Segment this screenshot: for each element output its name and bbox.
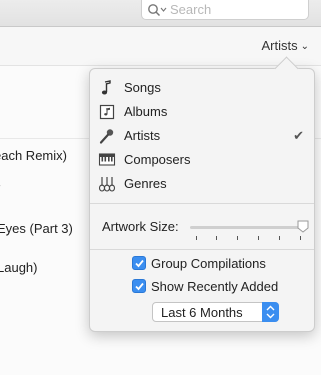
track-title[interactable]: Laugh) <box>0 260 37 275</box>
slider-tick <box>237 236 238 240</box>
menu-item-artists[interactable]: Artists ✔ <box>90 124 314 148</box>
view-selector[interactable]: Artists ⌄ <box>261 38 309 53</box>
menu-item-label: Artists <box>124 128 161 143</box>
checkmark-icon <box>135 282 144 291</box>
header-bar: Artists ⌄ <box>0 27 321 66</box>
menu-item-composers[interactable]: Composers <box>90 148 314 172</box>
view-selector-label: Artists <box>261 38 298 53</box>
menu-item-label: Albums <box>124 104 168 119</box>
group-compilations-option[interactable]: Group Compilations <box>132 254 266 272</box>
search-input[interactable] <box>170 0 300 18</box>
menu-item-albums[interactable]: Albums <box>90 100 314 124</box>
artwork-size-label: Artwork Size: <box>102 219 179 234</box>
search-field[interactable] <box>141 0 309 20</box>
guitars-icon <box>98 177 116 192</box>
piano-keys-icon <box>98 153 116 166</box>
track-title[interactable]: Eyes (Part 3) <box>0 221 73 236</box>
menu-separator <box>90 249 314 250</box>
slider-tick <box>258 236 259 240</box>
menu-item-label: Songs <box>124 80 161 95</box>
group-compilations-label: Group Compilations <box>151 255 266 271</box>
updown-chevron-icon <box>262 302 279 322</box>
show-recently-added-option[interactable]: Show Recently Added <box>132 277 278 295</box>
view-options-popover: Songs Albums Artists ✔ Composers Genres … <box>89 56 315 332</box>
group-compilations-checkbox[interactable] <box>132 256 146 270</box>
toolbar <box>0 0 321 27</box>
menu-item-label: Composers <box>124 152 191 167</box>
menu-separator <box>90 203 314 204</box>
slider-tick <box>216 236 217 240</box>
recent-period-value: Last 6 Months <box>161 305 243 320</box>
music-note-icon <box>101 80 111 95</box>
checkmark-icon <box>135 259 144 268</box>
slider-tick <box>196 236 197 240</box>
menu-item-genres[interactable]: Genres <box>90 172 314 196</box>
show-recently-added-label: Show Recently Added <box>151 278 279 294</box>
checkmark-icon: ✔ <box>293 128 304 143</box>
chevron-down-icon: ⌄ <box>300 41 309 52</box>
show-recently-added-checkbox[interactable] <box>132 279 146 293</box>
slider-tick <box>300 236 301 240</box>
album-icon <box>99 104 115 120</box>
menu-item-label: Genres <box>124 176 167 191</box>
search-icon <box>148 4 167 17</box>
slider-thumb[interactable] <box>297 220 309 233</box>
slider-tick <box>279 236 280 240</box>
microphone-icon <box>99 129 114 144</box>
track-title[interactable]: each Remix) <box>0 148 67 163</box>
menu-item-songs[interactable]: Songs <box>90 76 314 100</box>
recent-period-select[interactable]: Last 6 Months <box>152 302 279 322</box>
artwork-size-slider[interactable] <box>190 220 309 233</box>
